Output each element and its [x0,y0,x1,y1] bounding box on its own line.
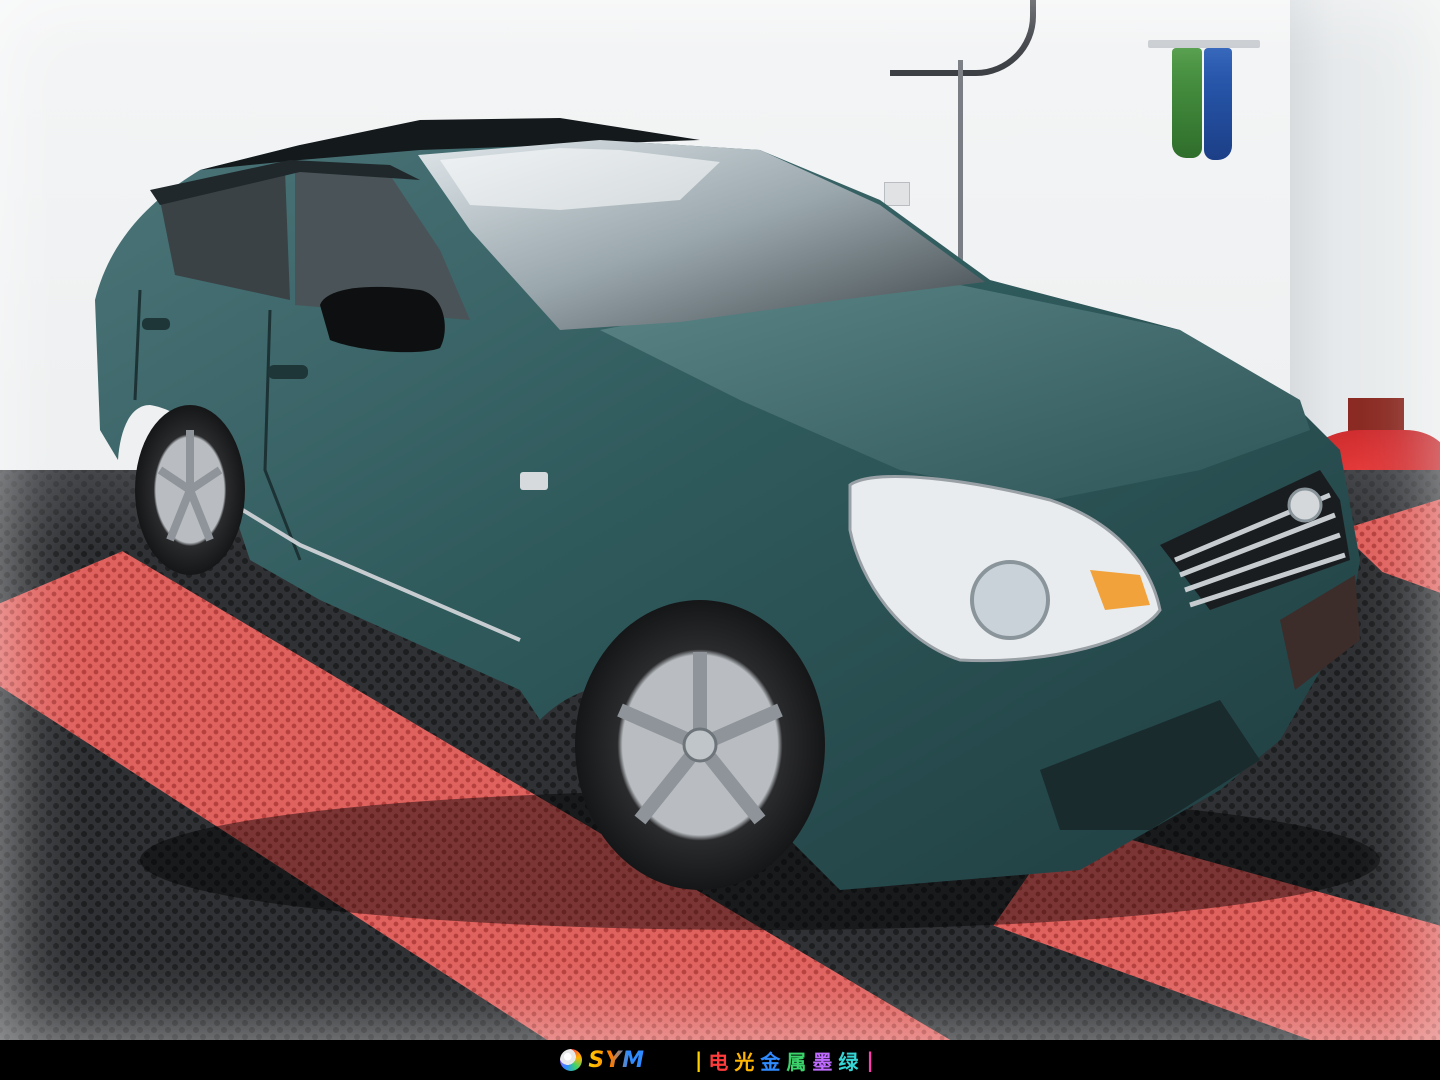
side-mirror [320,286,445,353]
brand-logo-icon [560,1049,583,1071]
caption-text: 电 光 金 属 墨 绿 [708,1046,860,1075]
rear-door-handle [142,318,170,330]
car [95,118,1380,930]
front-door-handle [268,365,308,379]
caption-char: 电 [708,1049,731,1074]
caption-char: 绿 [838,1049,861,1074]
caption-bar: SYM | 电 光 金 属 墨 绿 | [0,1040,1440,1080]
brand-name: SYM [588,1047,646,1073]
headlight-lens [970,560,1050,640]
caption-divider-right: | [866,1048,874,1072]
caption-char: 属 [786,1049,809,1074]
brand-emblem [1287,487,1323,523]
photo [0,0,1440,1040]
front-hub [682,727,718,763]
caption-char: 光 [734,1049,757,1074]
caption-char: 墨 [812,1049,835,1074]
caption-divider-left: | [695,1048,703,1072]
caption-char: 金 [760,1049,783,1074]
side-marker [520,472,548,490]
